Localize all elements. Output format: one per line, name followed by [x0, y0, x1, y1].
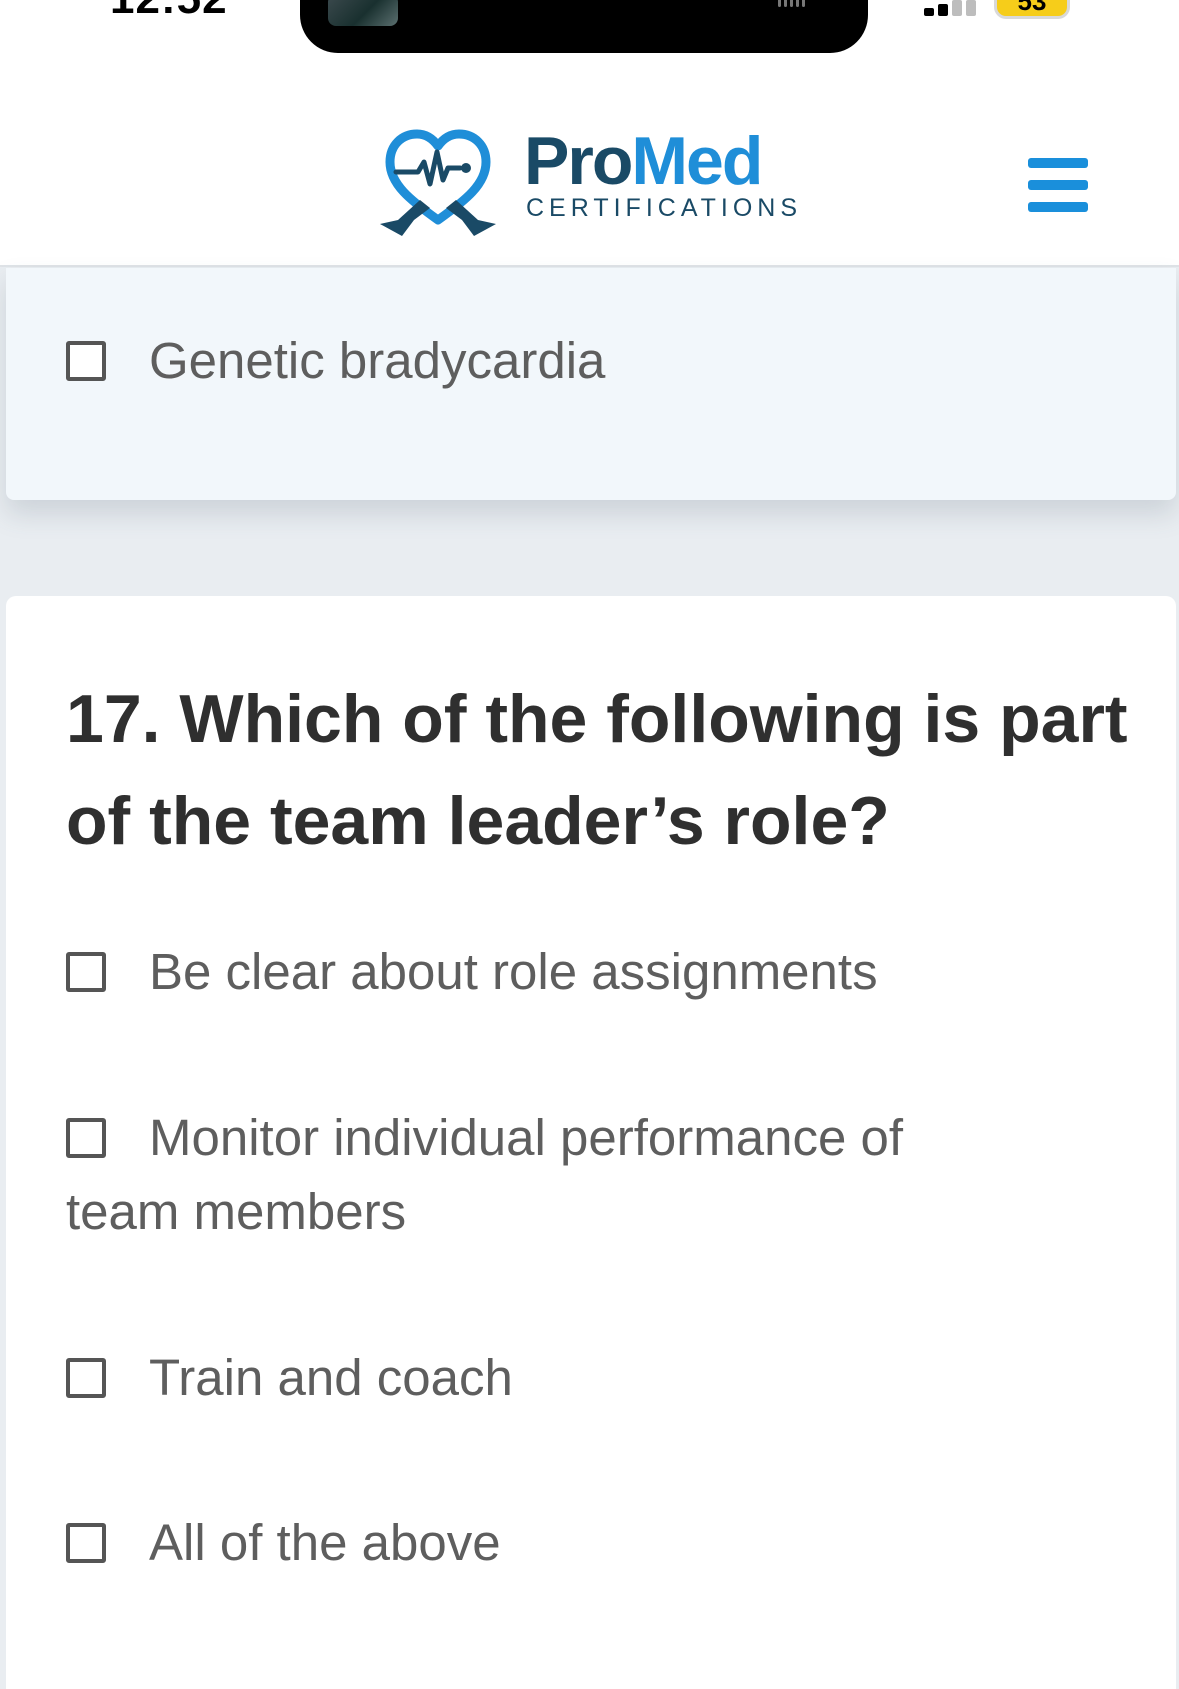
dynamic-island: [300, 0, 868, 53]
question-card: 17. Which of the following is part of th…: [6, 596, 1176, 1689]
site-header: ProMed CERTIFICATIONS: [0, 62, 1179, 267]
promed-logo[interactable]: ProMed CERTIFICATIONS: [380, 122, 810, 242]
option-label: All of the above: [149, 1514, 501, 1571]
status-bar: 12:52 53: [0, 0, 1179, 62]
answer-option[interactable]: All of the above: [66, 1506, 1126, 1580]
brand-subtitle: CERTIFICATIONS: [526, 194, 803, 222]
option-checkbox[interactable]: [66, 1118, 106, 1158]
battery-indicator: 53: [997, 0, 1067, 16]
brand-pro: Pro: [524, 123, 633, 199]
question-title: 17. Which of the following is part of th…: [66, 681, 1128, 859]
option-checkbox[interactable]: [66, 341, 106, 381]
option-label: Train and coach: [149, 1349, 513, 1406]
heart-ribbon-logo-icon: [380, 129, 496, 236]
option-checkbox[interactable]: [66, 952, 106, 992]
hamburger-menu-icon[interactable]: [1028, 158, 1090, 212]
option-checkbox[interactable]: [66, 1358, 106, 1398]
answer-option[interactable]: Train and coach: [66, 1341, 1126, 1415]
cellular-signal-icon: [924, 0, 980, 16]
now-playing-artwork: [328, 0, 398, 26]
screen: 12:52 53 ProMed CERTIFICATIONS: [0, 0, 1179, 1689]
audio-waveform-icon: [778, 0, 808, 12]
answer-option[interactable]: Monitor individual performance of team m…: [66, 1101, 1006, 1249]
option-label: Monitor individual performance of team m…: [66, 1109, 904, 1240]
brand-name: ProMed: [524, 122, 763, 200]
option-label: Be clear about role assignments: [149, 943, 878, 1000]
answer-option[interactable]: Be clear about role assignments: [66, 935, 1126, 1009]
option-checkbox[interactable]: [66, 1523, 106, 1563]
option-label: Genetic bradycardia: [149, 332, 606, 389]
previous-question-card: Genetic bradycardia: [6, 268, 1176, 500]
status-time: 12:52: [110, 0, 228, 24]
answer-option[interactable]: Genetic bradycardia: [66, 324, 1126, 398]
brand-med: Med: [631, 123, 763, 199]
